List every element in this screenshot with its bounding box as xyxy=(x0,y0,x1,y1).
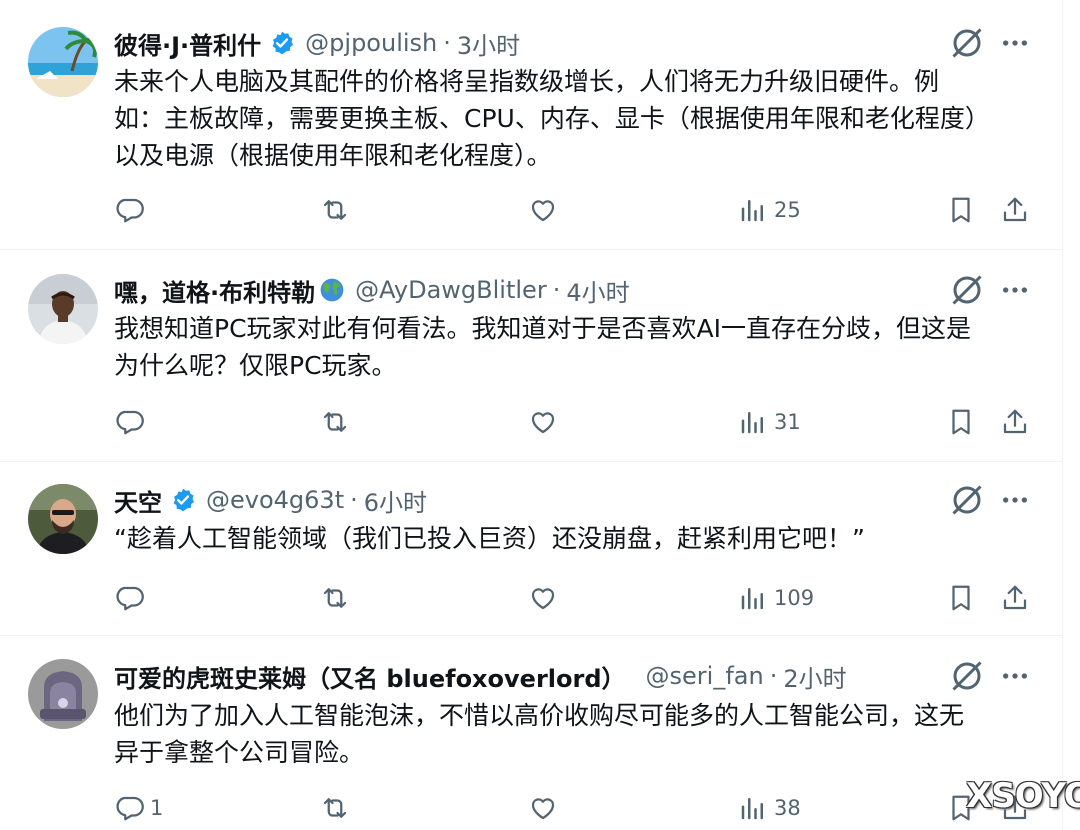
views-icon xyxy=(741,798,763,820)
like-icon xyxy=(531,588,555,610)
views-count: 31 xyxy=(774,410,801,434)
avatar[interactable] xyxy=(28,659,98,729)
reply-icon xyxy=(116,796,144,821)
grok-icon[interactable] xyxy=(949,25,985,61)
share-button[interactable] xyxy=(1000,402,1030,442)
tweet-header: 彼得·J·普利什 @pjpoulish · 3小时 xyxy=(114,26,520,60)
retweet-button[interactable] xyxy=(320,402,350,442)
avatar[interactable] xyxy=(28,274,98,344)
more-icon[interactable] xyxy=(999,658,1031,694)
tweet-actions: 109 xyxy=(114,578,1044,618)
views-count: 38 xyxy=(774,796,801,820)
bookmark-button[interactable] xyxy=(946,190,976,230)
more-icon[interactable] xyxy=(999,272,1031,308)
author-name[interactable]: 天空 xyxy=(114,483,162,518)
share-icon xyxy=(1003,409,1027,434)
more-icon[interactable] xyxy=(999,482,1031,518)
grok-icon[interactable] xyxy=(949,272,985,308)
grok-icon[interactable] xyxy=(949,658,985,694)
tweet-actions: 25 xyxy=(114,190,1044,230)
like-icon xyxy=(531,798,555,820)
timestamp[interactable]: 6小时 xyxy=(364,483,427,518)
timestamp[interactable]: 3小时 xyxy=(457,26,520,61)
like-button[interactable] xyxy=(528,578,558,618)
share-icon xyxy=(1003,197,1027,222)
tweet-header: 可爱的虎斑史莱姆（又名 bluefoxoverlord） @seri_fan ·… xyxy=(114,659,847,693)
author-name[interactable]: 彼得·J·普利什 xyxy=(114,26,261,61)
views-count: 25 xyxy=(774,198,801,222)
like-button[interactable] xyxy=(528,402,558,442)
author-name[interactable]: 可爱的虎斑史莱姆（又名 bluefoxoverlord） xyxy=(114,659,626,694)
author-name[interactable]: 嘿，道格·布利特勒 xyxy=(114,273,315,308)
tweet-card[interactable]: 嘿，道格·布利特勒 @AyDawgBlitler · 4小时 我想知道PC玩家对… xyxy=(0,250,1062,462)
like-button[interactable] xyxy=(528,788,558,828)
avatar[interactable] xyxy=(28,484,98,554)
tweet-text: 未来个人电脑及其配件的价格将呈指数级增长，人们将无力升级旧硬件。例 如：主板故障… xyxy=(114,67,990,170)
views-button[interactable]: 109 xyxy=(738,578,814,618)
retweet-icon xyxy=(323,200,347,220)
tweet-header: 天空 @evo4g63t · 6小时 xyxy=(114,483,427,517)
views-button[interactable]: 38 xyxy=(738,788,801,828)
author-handle[interactable]: @evo4g63t xyxy=(206,486,344,514)
tweet-card[interactable]: 可爱的虎斑史莱姆（又名 bluefoxoverlord） @seri_fan ·… xyxy=(0,636,1062,830)
separator-dot: · xyxy=(443,29,451,57)
reply-count: 1 xyxy=(150,796,164,820)
author-handle[interactable]: @AyDawgBlitler xyxy=(355,276,547,304)
like-icon xyxy=(531,412,555,434)
timestamp[interactable]: 4小时 xyxy=(566,273,629,308)
bookmark-icon xyxy=(952,197,970,223)
retweet-icon xyxy=(323,798,347,818)
timestamp[interactable]: 2小时 xyxy=(783,659,846,694)
reply-icon xyxy=(116,586,144,611)
bookmark-button[interactable] xyxy=(946,402,976,442)
like-button[interactable] xyxy=(528,190,558,230)
tweet-actions: 31 xyxy=(114,402,1044,442)
views-button[interactable]: 25 xyxy=(738,190,801,230)
bookmark-icon xyxy=(952,585,970,611)
globe-icon xyxy=(319,277,345,303)
tweet-text: 他们为了加入人工智能泡沫，不惜以高价收购尽可能多的人工智能公司，这无 异于拿整个… xyxy=(114,701,965,767)
tweet-actions: 1 38 xyxy=(114,788,1044,828)
tweet-text: “趁着人工智能领域（我们已投入巨资）还没崩盘，赶紧利用它吧！” xyxy=(114,524,865,553)
reply-button[interactable] xyxy=(114,190,150,230)
views-icon xyxy=(741,412,763,434)
share-icon xyxy=(1003,585,1027,610)
tweet-text: 我想知道PC玩家对此有何看法。我知道对于是否喜欢AI一直存在分歧，但这是 为什么… xyxy=(114,314,972,380)
verified-badge-icon xyxy=(269,30,295,56)
bookmark-icon xyxy=(952,409,970,435)
reply-button[interactable] xyxy=(114,402,150,442)
author-handle[interactable]: @seri_fan xyxy=(646,662,764,690)
more-icon[interactable] xyxy=(999,25,1031,61)
tweet-card[interactable]: 天空 @evo4g63t · 6小时 “趁着人工智能领域（我们已投入巨资）还没崩… xyxy=(0,462,1062,636)
like-icon xyxy=(531,200,555,222)
retweet-icon xyxy=(323,588,347,608)
retweet-icon xyxy=(323,412,347,432)
avatar[interactable] xyxy=(28,27,98,97)
timeline-feed: 彼得·J·普利什 @pjpoulish · 3小时 未来个人电脑及其配件的价格将… xyxy=(0,0,1063,830)
retweet-button[interactable] xyxy=(320,788,350,828)
reply-icon xyxy=(116,198,144,223)
views-count: 109 xyxy=(774,586,815,610)
views-icon xyxy=(741,588,763,610)
author-handle[interactable]: @pjpoulish xyxy=(305,29,437,57)
views-icon xyxy=(741,200,763,222)
separator-dot: · xyxy=(350,486,358,514)
reply-icon xyxy=(116,410,144,435)
watermark-logo: XSOYO xyxy=(966,776,1080,816)
retweet-button[interactable] xyxy=(320,190,350,230)
verified-badge-icon xyxy=(170,487,196,513)
tweet-header: 嘿，道格·布利特勒 @AyDawgBlitler · 4小时 xyxy=(114,273,630,307)
separator-dot: · xyxy=(769,662,778,690)
separator-dot: · xyxy=(552,276,561,304)
share-button[interactable] xyxy=(1000,578,1030,618)
reply-button[interactable]: 1 xyxy=(114,788,163,828)
retweet-button[interactable] xyxy=(320,578,350,618)
bookmark-button[interactable] xyxy=(946,578,976,618)
reply-button[interactable] xyxy=(114,578,150,618)
share-button[interactable] xyxy=(1000,190,1030,230)
views-button[interactable]: 31 xyxy=(738,402,801,442)
tweet-card[interactable]: 彼得·J·普利什 @pjpoulish · 3小时 未来个人电脑及其配件的价格将… xyxy=(0,0,1062,250)
grok-icon[interactable] xyxy=(949,482,985,518)
